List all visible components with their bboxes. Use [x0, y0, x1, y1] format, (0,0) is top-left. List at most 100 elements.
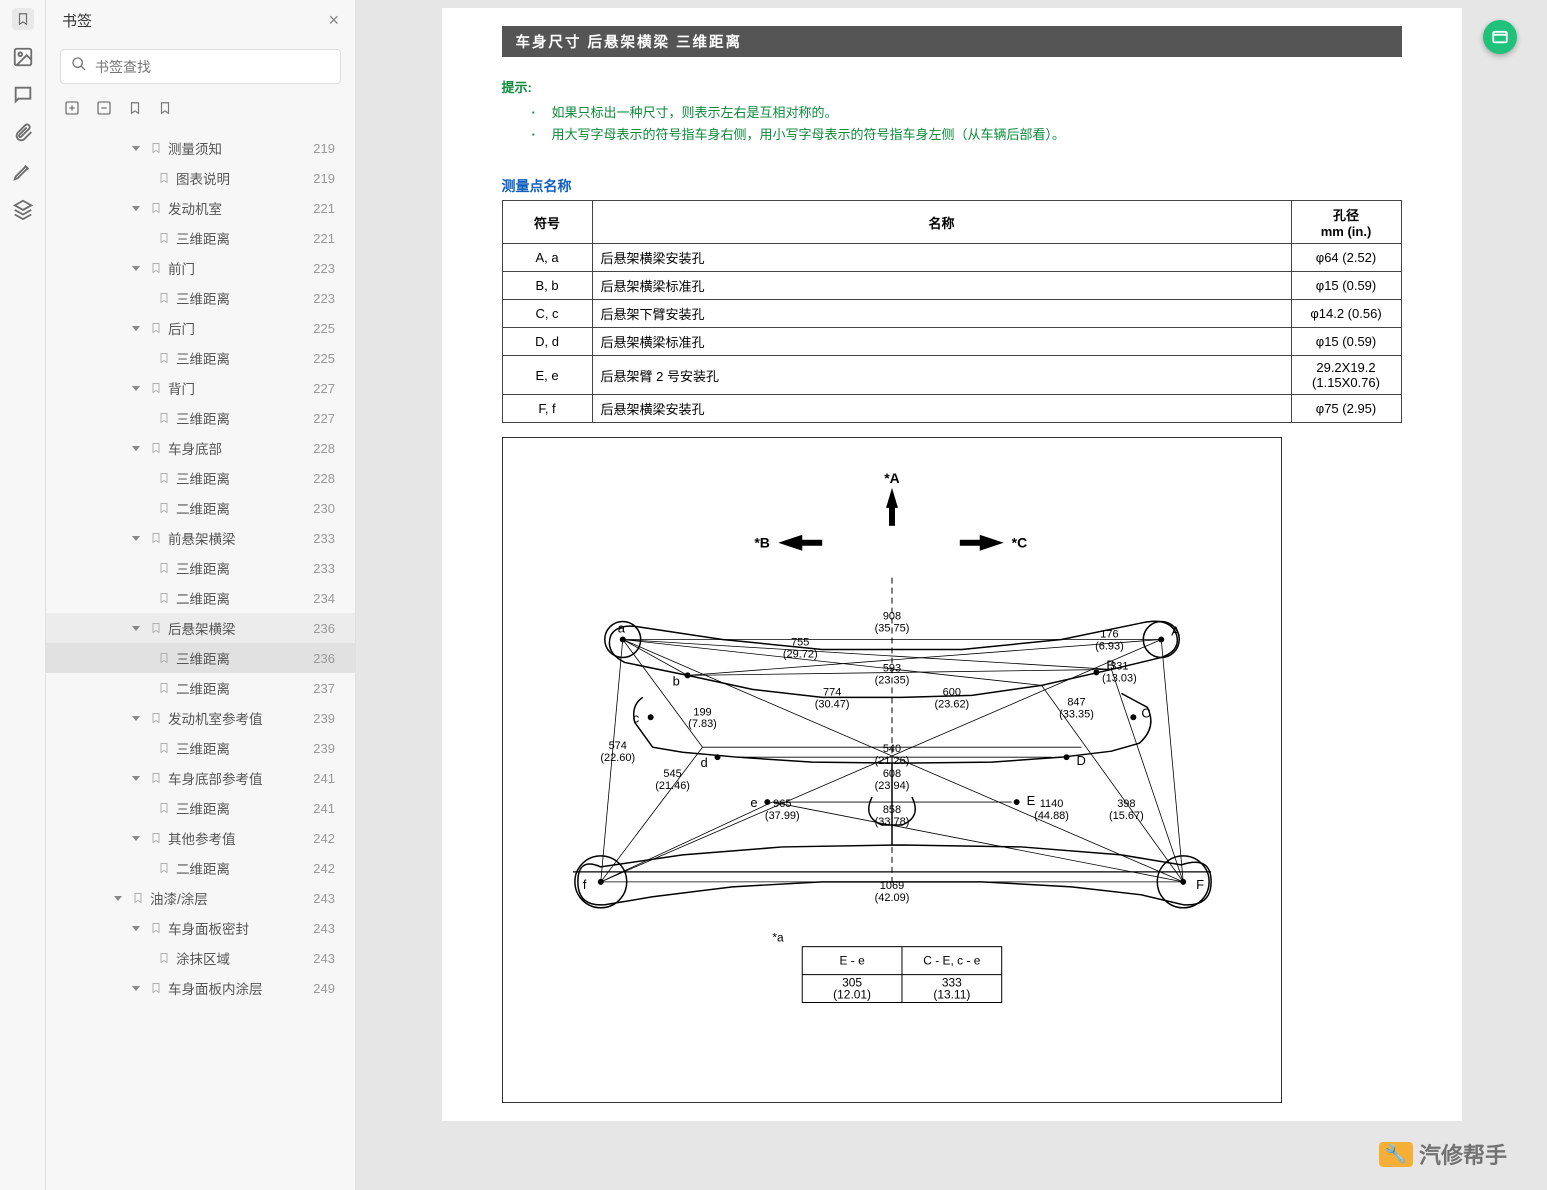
bookmark-tree[interactable]: 测量须知219图表说明219发动机室221三维距离221 前门 223 三维距离223… [46, 129, 355, 1190]
bookmark-small-icon [158, 861, 170, 875]
chat-icon[interactable] [12, 84, 34, 106]
tree-row[interactable]: 车身面板内涂层249 [46, 973, 355, 1003]
svg-text:545: 545 [663, 768, 681, 780]
tree-row[interactable]: 测量须知219 [46, 133, 355, 163]
svg-text:600: 600 [942, 687, 960, 699]
tree-label-text: 前悬架横梁 [168, 528, 236, 548]
svg-text:e: e [750, 795, 757, 810]
bookmark-icon[interactable] [12, 8, 34, 30]
page-number: 241 [313, 771, 335, 786]
tree-row[interactable]: 三维距离227 [46, 403, 355, 433]
svg-text:(44.88): (44.88) [1034, 810, 1069, 822]
bookmark-small-icon [150, 921, 162, 935]
tree-row[interactable]: 后门225 [46, 313, 355, 343]
tree-row[interactable]: 发动机室参考值239 [46, 703, 355, 733]
logo-text: 汽修帮手 [1419, 1138, 1507, 1170]
page-number: 234 [313, 591, 335, 606]
svg-text:1069: 1069 [879, 880, 903, 892]
svg-text:f: f [582, 877, 586, 892]
page-number: 241 [313, 801, 335, 816]
tree-row[interactable]: 车身面板密封243 [46, 913, 355, 943]
main-viewer[interactable]: 车身尺寸 后悬架横梁 三维距离 提示: 如果只标出一种尺寸，则表示左右是互相对称… [356, 0, 1547, 1190]
tree-row[interactable]: 背门227 [46, 373, 355, 403]
tree-row[interactable]: 车身底部参考值241 [46, 763, 355, 793]
close-icon[interactable]: × [328, 10, 339, 31]
image-icon[interactable] [12, 46, 34, 68]
tree-label-text: 三维距离 [176, 798, 230, 818]
svg-text:c: c [632, 710, 639, 725]
tree-row[interactable]: 三维距离221 [46, 223, 355, 253]
tree-row[interactable]: 图表说明219 [46, 163, 355, 193]
tree-row[interactable]: 后悬架横梁236 [46, 613, 355, 643]
svg-text:331: 331 [1110, 661, 1128, 673]
tree-row[interactable]: 油漆/涂层243 [46, 883, 355, 913]
tree-row[interactable]: 其他参考值242 [46, 823, 355, 853]
expand-icon[interactable] [64, 100, 80, 121]
tree-row[interactable]: 三维距离223 [46, 283, 355, 313]
search-input[interactable] [95, 59, 330, 75]
svg-text:(21.46): (21.46) [655, 780, 690, 792]
page-number: 228 [313, 471, 335, 486]
tree-row[interactable]: 三维距离 241 [46, 793, 355, 823]
svg-text:574: 574 [608, 740, 626, 752]
tree-row[interactable]: 三维距离225 [46, 343, 355, 373]
bookmark-small-icon [158, 591, 170, 605]
pen-icon[interactable] [12, 160, 34, 182]
table-row: F, f后悬架横梁安装孔φ75 (2.95) [502, 395, 1401, 423]
page-number: 239 [313, 711, 335, 726]
page-number: 242 [313, 831, 335, 846]
tree-label-text: 前门 [168, 258, 195, 278]
tree-label-text: 三维距离 [176, 408, 230, 428]
tree-row[interactable]: 二维距离237 [46, 673, 355, 703]
search-input-wrap[interactable] [60, 49, 341, 84]
hint-item: 用大写字母表示的符号指车身右侧，用小写字母表示的符号指车身左侧（从车辆后部看）。 [542, 124, 1402, 146]
tree-row[interactable]: 三维距离239 [46, 733, 355, 763]
svg-text:540: 540 [882, 743, 900, 755]
tree-row[interactable]: 车身底部228 [46, 433, 355, 463]
tree-row[interactable]: 三维距离236 [46, 643, 355, 673]
tree-row[interactable]: 二维距离234 [46, 583, 355, 613]
page-number: 236 [313, 651, 335, 666]
svg-text:176: 176 [1100, 629, 1118, 641]
tree-row[interactable]: 三维距离233 [46, 553, 355, 583]
page-number: 225 [313, 351, 335, 366]
attach-icon[interactable] [12, 122, 34, 144]
bookmark-small-icon [158, 411, 170, 425]
fab-button[interactable] [1483, 20, 1517, 54]
bookmark-small-icon [150, 381, 162, 395]
tree-row[interactable]: 涂抹区域243 [46, 943, 355, 973]
tree-row[interactable]: 二维距离230 [46, 493, 355, 523]
bookmark-small-icon [158, 681, 170, 695]
document-page: 车身尺寸 后悬架横梁 三维距离 提示: 如果只标出一种尺寸，则表示左右是互相对称… [442, 8, 1462, 1121]
tree-row[interactable]: 前门 223 [46, 253, 355, 283]
bookmark-small-icon [158, 651, 170, 665]
table-row: D, d后悬架横梁标准孔φ15 (0.59) [502, 328, 1401, 356]
svg-text:(23.94): (23.94) [874, 780, 909, 792]
svg-text:(6.93): (6.93) [1095, 641, 1124, 653]
tree-row[interactable]: 三维距离228 [46, 463, 355, 493]
svg-text:1140: 1140 [1039, 798, 1063, 810]
bookmark-add-icon[interactable] [158, 100, 172, 121]
page-number: 243 [313, 891, 335, 906]
bookmark-small-icon [150, 321, 162, 335]
diagram-svg: *A *B *C [523, 458, 1261, 1076]
svg-text:(22.60): (22.60) [600, 752, 635, 764]
collapse-icon[interactable] [96, 100, 112, 121]
tree-label-text: 车身底部 [168, 438, 222, 458]
bookmark-small-icon[interactable] [128, 100, 142, 121]
tree-label-text: 发动机室 [168, 198, 222, 218]
page-number: 243 [313, 951, 335, 966]
layers-icon[interactable] [12, 198, 34, 220]
page-number: 223 [313, 261, 335, 276]
tree-row[interactable]: 前悬架横梁233 [46, 523, 355, 553]
svg-text:965: 965 [773, 798, 791, 810]
tree-row[interactable]: 二维距离242 [46, 853, 355, 883]
tree-label-text: 三维距离 [176, 738, 230, 758]
tree-row[interactable]: 发动机室221 [46, 193, 355, 223]
bookmark-small-icon [150, 261, 162, 275]
tree-label-text: 测量须知 [168, 138, 222, 158]
tree-label-text: 后悬架横梁 [168, 618, 236, 638]
bookmark-small-icon [150, 531, 162, 545]
bookmark-small-icon [150, 831, 162, 845]
bookmark-small-icon [158, 231, 170, 245]
